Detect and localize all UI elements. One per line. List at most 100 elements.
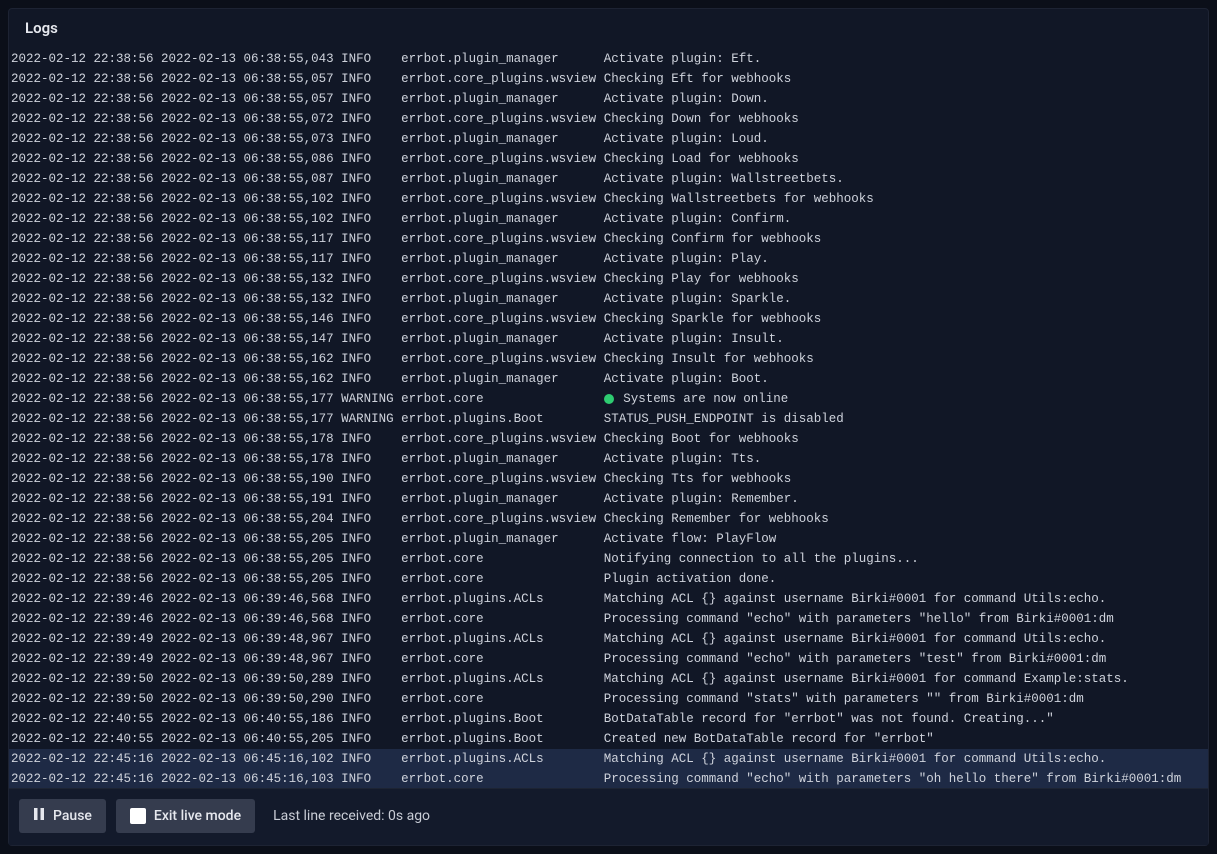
log-line[interactable]: 2022-02-12 22:38:56 2022-02-13 06:38:55,… [9, 429, 1208, 449]
log-ts1: 2022-02-12 22:38:56 [11, 332, 154, 346]
log-ts2: 2022-02-13 06:38:55,132 [161, 272, 334, 286]
log-level: INFO [341, 172, 394, 186]
log-logger: errbot.plugin_manager [401, 132, 596, 146]
checkbox-icon [130, 808, 146, 824]
log-ts2: 2022-02-13 06:38:55,162 [161, 352, 334, 366]
log-message: Matching ACL {} against username Birki#0… [604, 672, 1129, 686]
log-line[interactable]: 2022-02-12 22:38:56 2022-02-13 06:38:55,… [9, 229, 1208, 249]
log-logger: errbot.core [401, 652, 596, 666]
log-line[interactable]: 2022-02-12 22:38:56 2022-02-13 06:38:55,… [9, 129, 1208, 149]
log-line[interactable]: 2022-02-12 22:45:16 2022-02-13 06:45:16,… [9, 769, 1208, 788]
log-line[interactable]: 2022-02-12 22:38:56 2022-02-13 06:38:55,… [9, 489, 1208, 509]
log-ts1: 2022-02-12 22:38:56 [11, 112, 154, 126]
log-line[interactable]: 2022-02-12 22:38:56 2022-02-13 06:38:55,… [9, 349, 1208, 369]
log-message: Activate plugin: Remember. [604, 492, 799, 506]
log-line[interactable]: 2022-02-12 22:39:46 2022-02-13 06:39:46,… [9, 609, 1208, 629]
log-line[interactable]: 2022-02-12 22:38:56 2022-02-13 06:38:55,… [9, 269, 1208, 289]
log-line[interactable]: 2022-02-12 22:45:16 2022-02-13 06:45:16,… [9, 749, 1208, 769]
log-ts1: 2022-02-12 22:38:56 [11, 432, 154, 446]
log-level: INFO [341, 112, 394, 126]
log-logger: errbot.plugin_manager [401, 452, 596, 466]
log-ts2: 2022-02-13 06:38:55,190 [161, 472, 334, 486]
log-ts2: 2022-02-13 06:38:55,146 [161, 312, 334, 326]
log-level: INFO [341, 232, 394, 246]
log-ts2: 2022-02-13 06:39:46,568 [161, 592, 334, 606]
log-level: INFO [341, 632, 394, 646]
log-line[interactable]: 2022-02-12 22:38:56 2022-02-13 06:38:55,… [9, 209, 1208, 229]
log-ts2: 2022-02-13 06:38:55,205 [161, 572, 334, 586]
log-logger: errbot.plugin_manager [401, 492, 596, 506]
log-logger: errbot.plugin_manager [401, 172, 596, 186]
status-dot-icon [604, 394, 614, 404]
log-line[interactable]: 2022-02-12 22:38:56 2022-02-13 06:38:55,… [9, 369, 1208, 389]
log-logger: errbot.plugin_manager [401, 252, 596, 266]
log-line[interactable]: 2022-02-12 22:38:56 2022-02-13 06:38:55,… [9, 569, 1208, 589]
log-line[interactable]: 2022-02-12 22:39:50 2022-02-13 06:39:50,… [9, 689, 1208, 709]
log-level: INFO [341, 92, 394, 106]
log-ts1: 2022-02-12 22:38:56 [11, 312, 154, 326]
log-line[interactable]: 2022-02-12 22:40:55 2022-02-13 06:40:55,… [9, 709, 1208, 729]
log-level: INFO [341, 592, 394, 606]
log-message: Checking Remember for webhooks [604, 512, 829, 526]
log-ts2: 2022-02-13 06:38:55,117 [161, 232, 334, 246]
log-line[interactable]: 2022-02-12 22:40:55 2022-02-13 06:40:55,… [9, 729, 1208, 749]
log-line[interactable]: 2022-02-12 22:39:49 2022-02-13 06:39:48,… [9, 649, 1208, 669]
log-ts2: 2022-02-13 06:38:55,177 [161, 412, 334, 426]
log-level: INFO [341, 332, 394, 346]
log-message: Activate plugin: Wallstreetbets. [604, 172, 844, 186]
log-line[interactable]: 2022-02-12 22:38:56 2022-02-13 06:38:55,… [9, 189, 1208, 209]
log-ts1: 2022-02-12 22:38:56 [11, 192, 154, 206]
log-line[interactable]: 2022-02-12 22:38:56 2022-02-13 06:38:55,… [9, 529, 1208, 549]
logs-panel: Logs 2022-02-12 22:38:56 2022-02-13 06:3… [8, 8, 1209, 846]
log-line[interactable]: 2022-02-12 22:38:56 2022-02-13 06:38:55,… [9, 409, 1208, 429]
log-level: INFO [341, 772, 394, 786]
log-level: INFO [341, 472, 394, 486]
log-ts2: 2022-02-13 06:39:50,290 [161, 692, 334, 706]
log-logger: errbot.plugins.ACLs [401, 752, 596, 766]
log-line[interactable]: 2022-02-12 22:38:56 2022-02-13 06:38:55,… [9, 289, 1208, 309]
log-ts2: 2022-02-13 06:38:55,117 [161, 252, 334, 266]
log-line[interactable]: 2022-02-12 22:39:46 2022-02-13 06:39:46,… [9, 589, 1208, 609]
exit-live-mode-button[interactable]: Exit live mode [116, 799, 255, 833]
log-logger: errbot.core [401, 552, 596, 566]
log-line[interactable]: 2022-02-12 22:38:56 2022-02-13 06:38:55,… [9, 69, 1208, 89]
log-line[interactable]: 2022-02-12 22:38:56 2022-02-13 06:38:55,… [9, 149, 1208, 169]
log-line[interactable]: 2022-02-12 22:38:56 2022-02-13 06:38:55,… [9, 389, 1208, 409]
log-line[interactable]: 2022-02-12 22:38:56 2022-02-13 06:38:55,… [9, 89, 1208, 109]
log-message: Activate plugin: Insult. [604, 332, 784, 346]
log-line[interactable]: 2022-02-12 22:38:56 2022-02-13 06:38:55,… [9, 549, 1208, 569]
log-ts1: 2022-02-12 22:38:56 [11, 512, 154, 526]
log-logger: errbot.core_plugins.wsview [401, 112, 596, 126]
log-line[interactable]: 2022-02-12 22:38:56 2022-02-13 06:38:55,… [9, 169, 1208, 189]
log-line[interactable]: 2022-02-12 22:38:56 2022-02-13 06:38:55,… [9, 109, 1208, 129]
log-level: INFO [341, 752, 394, 766]
log-message: Checking Insult for webhooks [604, 352, 814, 366]
log-lines-area[interactable]: 2022-02-12 22:38:56 2022-02-13 06:38:55,… [9, 49, 1208, 788]
log-ts2: 2022-02-13 06:38:55,087 [161, 172, 334, 186]
log-line[interactable]: 2022-02-12 22:38:56 2022-02-13 06:38:55,… [9, 49, 1208, 69]
log-line[interactable]: 2022-02-12 22:38:56 2022-02-13 06:38:55,… [9, 469, 1208, 489]
log-line[interactable]: 2022-02-12 22:38:56 2022-02-13 06:38:55,… [9, 309, 1208, 329]
log-logger: errbot.core_plugins.wsview [401, 72, 596, 86]
log-ts1: 2022-02-12 22:38:56 [11, 472, 154, 486]
log-line[interactable]: 2022-02-12 22:38:56 2022-02-13 06:38:55,… [9, 329, 1208, 349]
log-ts2: 2022-02-13 06:39:48,967 [161, 632, 334, 646]
log-message: Checking Eft for webhooks [604, 72, 792, 86]
log-message: Activate plugin: Boot. [604, 372, 769, 386]
log-line[interactable]: 2022-02-12 22:39:50 2022-02-13 06:39:50,… [9, 669, 1208, 689]
log-line[interactable]: 2022-02-12 22:38:56 2022-02-13 06:38:55,… [9, 449, 1208, 469]
log-level: INFO [341, 352, 394, 366]
log-logger: errbot.plugins.ACLs [401, 592, 596, 606]
log-line[interactable]: 2022-02-12 22:38:56 2022-02-13 06:38:55,… [9, 249, 1208, 269]
log-logger: errbot.plugin_manager [401, 292, 596, 306]
log-level: INFO [341, 252, 394, 266]
log-message: Checking Boot for webhooks [604, 432, 799, 446]
log-line[interactable]: 2022-02-12 22:39:49 2022-02-13 06:39:48,… [9, 629, 1208, 649]
log-footer: Pause Exit live mode Last line received:… [9, 788, 1208, 845]
log-message: Checking Wallstreetbets for webhooks [604, 192, 874, 206]
log-level: WARNING [341, 412, 394, 426]
log-ts1: 2022-02-12 22:40:55 [11, 712, 154, 726]
pause-button[interactable]: Pause [19, 799, 106, 833]
log-logger: errbot.plugin_manager [401, 372, 596, 386]
log-line[interactable]: 2022-02-12 22:38:56 2022-02-13 06:38:55,… [9, 509, 1208, 529]
